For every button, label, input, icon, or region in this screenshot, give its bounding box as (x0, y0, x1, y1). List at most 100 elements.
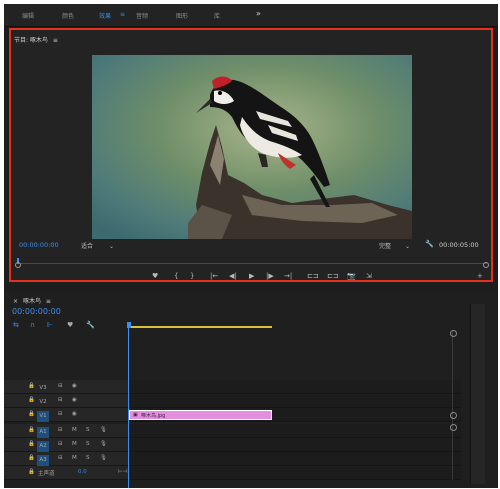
solo-button[interactable]: S (86, 455, 90, 461)
microphone-icon[interactable]: 🎙 (100, 427, 107, 433)
sync-lock-icon[interactable]: ⊟ (58, 397, 63, 403)
solo-button[interactable]: S (86, 427, 90, 433)
sequence-name: 啄木鸟 (22, 298, 41, 305)
sync-lock-icon[interactable]: ⊟ (58, 427, 63, 433)
timeline-panel: × 啄木鸟 ≡ 00:00:00:00 ⇆ ∩ ⊩ ♥ 🔧 🔒 V3 ⊟ ◉ 🔒… (4, 290, 498, 488)
panel-menu-icon[interactable]: ≡ (46, 298, 51, 305)
go-to-in-icon[interactable]: |← (210, 272, 218, 280)
program-time-ruler[interactable] (15, 258, 489, 268)
more-workspaces-icon[interactable]: » (256, 9, 261, 18)
zoom-handle-left[interactable] (15, 262, 21, 268)
clip-name: 啄木鸟.jpg (141, 413, 166, 419)
mute-button[interactable]: M (72, 427, 77, 433)
eye-icon[interactable]: ◉ (72, 383, 77, 389)
lock-icon[interactable]: 🔒 (28, 441, 35, 447)
sync-lock-icon[interactable]: ⊟ (58, 411, 63, 417)
go-to-out-icon[interactable]: →| (284, 272, 292, 280)
track-header-a1[interactable]: 🔒 A1 ⊟ M S 🎙 (4, 424, 128, 438)
button-editor-icon[interactable]: + (477, 272, 483, 280)
wrench-icon[interactable]: 🔧 (425, 240, 434, 248)
fit-dropdown[interactable]: 适合 ⌄ (81, 241, 114, 250)
workspace-tab-graphics[interactable]: 图形 (176, 11, 188, 20)
step-back-icon[interactable]: ◀| (229, 272, 237, 280)
track-lane-a2[interactable] (129, 438, 461, 452)
track-header-a3[interactable]: 🔒 A3 ⊟ M S 🎙 (4, 452, 128, 466)
track-lane-v3[interactable] (129, 380, 461, 394)
workspace-menu-icon[interactable]: ≡ (120, 11, 125, 18)
vertical-scrollbar[interactable] (450, 330, 458, 480)
lock-icon[interactable]: 🔒 (28, 411, 35, 417)
audio-meter-panel (470, 304, 485, 484)
mute-button[interactable]: M (72, 441, 77, 447)
add-marker-icon[interactable]: ♥ (67, 321, 73, 329)
program-current-timecode[interactable]: 00:00:00:00 (19, 241, 59, 249)
chevron-down-icon: ⌄ (404, 243, 410, 250)
linked-selection-icon[interactable]: ⊩ (47, 321, 53, 329)
track-lane-v2[interactable] (129, 394, 461, 408)
workspace-tab-edit[interactable]: 编辑 (22, 11, 34, 20)
master-volume-value[interactable]: 0.0 (78, 469, 87, 475)
close-icon[interactable]: × (13, 298, 18, 305)
zoom-handle-right[interactable] (483, 262, 489, 268)
track-header-a2[interactable]: 🔒 A2 ⊟ M S 🎙 (4, 438, 128, 452)
quality-dropdown[interactable]: 完整 ⌄ (379, 241, 410, 250)
mute-button[interactable]: M (72, 455, 77, 461)
scroll-handle-mid[interactable] (450, 412, 457, 419)
transport-controls: ♥ { } |← ◀| ▶ |▶ →| ⊏⊐ ⊏⊐ 📷 ⇲ + (11, 272, 491, 282)
track-header-master[interactable]: 🔒 主声道 0.0 ⊢⊣ (4, 466, 128, 480)
track-lane-a3[interactable] (129, 452, 461, 466)
microphone-icon[interactable]: 🎙 (100, 441, 107, 447)
workspace-tab-audio[interactable]: 音频 (136, 11, 148, 20)
eye-icon[interactable]: ◉ (72, 411, 77, 417)
work-area-bar[interactable] (129, 326, 272, 328)
track-label[interactable]: V1 (37, 411, 49, 422)
panel-menu-icon[interactable]: ≡ (53, 37, 58, 44)
lock-icon[interactable]: 🔒 (28, 397, 35, 403)
eye-icon[interactable]: ◉ (72, 397, 77, 403)
solo-button[interactable]: S (86, 441, 90, 447)
timeline-current-timecode[interactable]: 00:00:00:00 (12, 307, 61, 316)
go-to-end-icon[interactable]: ⊢⊣ (118, 469, 128, 475)
workspace-tab-effects[interactable]: 效果 (99, 11, 111, 20)
track-header-v2[interactable]: 🔒 V2 ⊟ ◉ (4, 394, 128, 408)
snap-icon[interactable]: ∩ (30, 321, 35, 329)
lock-icon[interactable]: 🔒 (28, 455, 35, 461)
track-lane-a1[interactable] (129, 424, 461, 438)
track-header-v1[interactable]: 🔒 V1 ⊟ ◉ (4, 408, 128, 422)
lock-icon[interactable]: 🔒 (28, 427, 35, 433)
track-label[interactable]: A2 (37, 441, 49, 452)
sync-lock-icon[interactable]: ⊟ (58, 441, 63, 447)
lock-icon[interactable]: 🔒 (28, 469, 35, 475)
ruler-line (17, 263, 487, 264)
track-label[interactable]: A3 (37, 455, 49, 466)
program-monitor-title-text: 节目: 啄木鸟 (14, 37, 48, 44)
step-forward-icon[interactable]: |▶ (266, 272, 274, 280)
track-label[interactable]: A1 (37, 427, 49, 438)
timeline-settings-icon[interactable]: 🔧 (86, 321, 95, 329)
video-preview[interactable] (92, 55, 412, 239)
image-clip[interactable]: ▣ 啄木鸟.jpg (129, 410, 272, 420)
microphone-icon[interactable]: 🎙 (100, 455, 107, 461)
track-header-v3[interactable]: 🔒 V3 ⊟ ◉ (4, 380, 128, 394)
mark-out-icon[interactable]: } (190, 272, 194, 280)
track-label[interactable]: V3 (37, 383, 49, 394)
scroll-handle-bottom[interactable] (450, 424, 457, 431)
track-label[interactable]: V2 (37, 397, 49, 408)
track-lane-master[interactable] (129, 466, 461, 480)
compare-view-icon[interactable]: ⇲ (366, 272, 372, 280)
lift-icon[interactable]: ⊏⊐ (307, 272, 319, 280)
play-icon[interactable]: ▶ (249, 272, 254, 280)
sync-lock-icon[interactable]: ⊟ (58, 455, 63, 461)
sync-lock-icon[interactable]: ⊟ (58, 383, 63, 389)
mark-in-icon[interactable]: { (174, 272, 178, 280)
program-monitor-panel: 节目: 啄木鸟 ≡ 00:00:00:00 适合 ⌄ 完整 ⌄ 🔧 00:00:… (9, 28, 493, 282)
export-frame-icon[interactable]: 📷 (347, 272, 356, 280)
workspace-tab-color[interactable]: 颜色 (62, 11, 74, 20)
nest-toggle-icon[interactable]: ⇆ (13, 321, 19, 329)
timeline-tab[interactable]: × 啄木鸟 ≡ (13, 296, 51, 305)
add-marker-icon[interactable]: ♥ (152, 272, 158, 280)
workspace-tab-libraries[interactable]: 库 (214, 11, 220, 20)
lock-icon[interactable]: 🔒 (28, 383, 35, 389)
extract-icon[interactable]: ⊏⊐ (327, 272, 339, 280)
scroll-handle-top[interactable] (450, 330, 457, 337)
